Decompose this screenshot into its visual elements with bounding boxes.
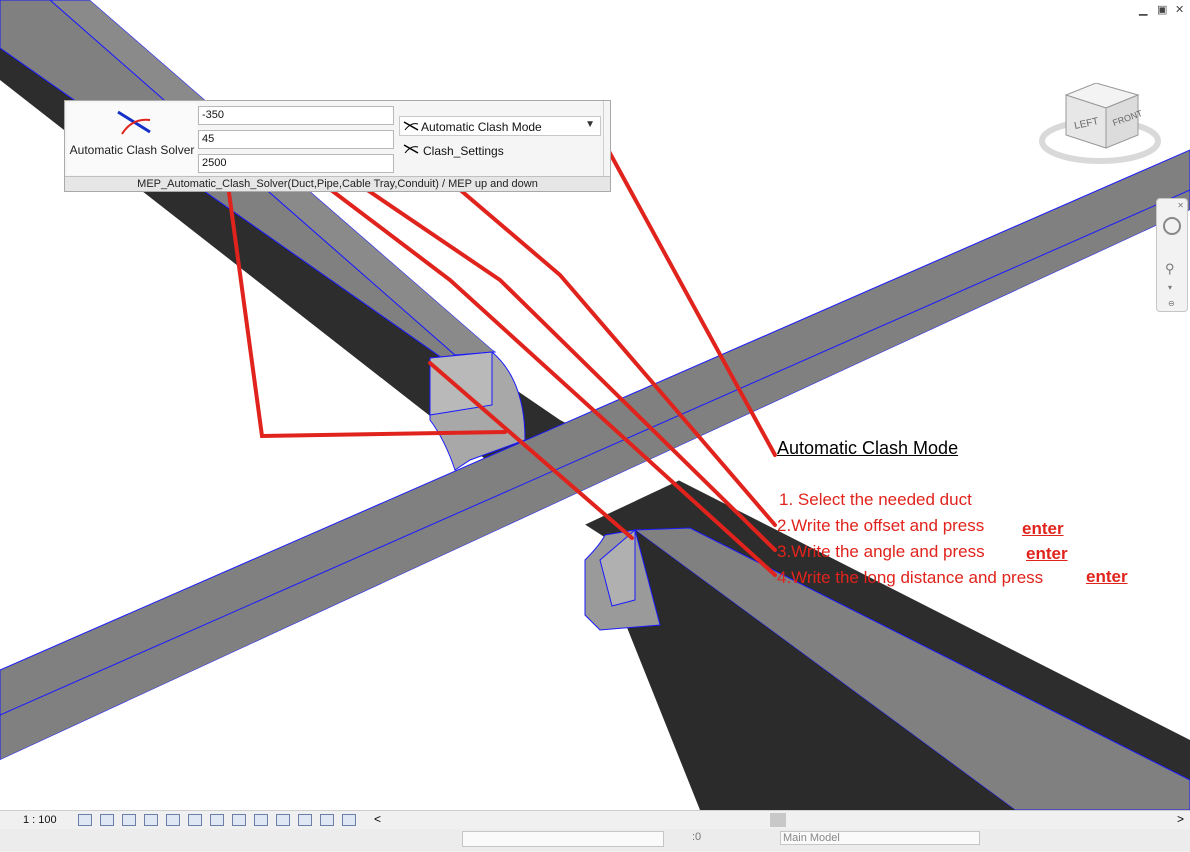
- status-row: :0 Main Model: [0, 829, 1190, 851]
- restore-icon[interactable]: ▣: [1157, 3, 1167, 16]
- reveal-hidden-icon[interactable]: [276, 814, 290, 826]
- sun-path-icon[interactable]: [122, 814, 136, 826]
- view-scale[interactable]: 1 : 100: [23, 814, 57, 826]
- steering-wheel-icon[interactable]: [1163, 217, 1181, 235]
- highlight-displacement-icon[interactable]: [320, 814, 334, 826]
- clash-mode-icon: [403, 121, 419, 131]
- scroll-thumb[interactable]: [770, 813, 786, 827]
- close-icon[interactable]: ✕: [1175, 3, 1184, 16]
- design-option-dropdown[interactable]: Main Model: [780, 831, 980, 845]
- clash-settings-button[interactable]: Clash_Settings: [403, 143, 504, 158]
- shadows-icon[interactable]: [144, 814, 158, 826]
- horizontal-scrollbar[interactable]: < >: [374, 812, 1184, 828]
- workset-dropdown[interactable]: [462, 831, 664, 847]
- clash-solver-icon: [117, 110, 151, 135]
- annotation-step-3: 3.Write the angle and press: [777, 542, 985, 561]
- settings-icon: [403, 144, 419, 154]
- navigation-bar[interactable]: ✕ ⚲ ▾ ⊖: [1156, 198, 1188, 312]
- detail-level-icon[interactable]: [78, 814, 92, 826]
- zero-readout: :0: [692, 831, 702, 843]
- panel-divider: [603, 101, 604, 177]
- temporary-hide-icon[interactable]: [254, 814, 268, 826]
- scroll-left-icon[interactable]: <: [374, 812, 381, 826]
- settings-label: Clash_Settings: [423, 144, 504, 158]
- enter-label-2: enter: [1022, 519, 1064, 538]
- view-control-bar: 1 : 100 < > :0 Main Model: [0, 810, 1190, 852]
- annotation-step-1: 1. Select the needed duct: [779, 490, 972, 509]
- enter-label-4: enter: [1086, 567, 1128, 586]
- panel-title: MEP_Automatic_Clash_Solver(Duct,Pipe,Cab…: [65, 176, 610, 191]
- offset-field[interactable]: -350: [198, 106, 394, 125]
- enter-label-3: enter: [1026, 544, 1068, 563]
- options-icon[interactable]: ⊖: [1168, 299, 1175, 308]
- chevron-down-icon[interactable]: ▾: [1168, 283, 1172, 292]
- close-icon[interactable]: ✕: [1177, 201, 1184, 210]
- reveal-constraints-icon[interactable]: [342, 814, 356, 826]
- annotation-step-4: 4.Write the long distance and press: [777, 568, 1044, 587]
- angle-field[interactable]: 45: [198, 130, 394, 149]
- ribbon-panel: Automatic Clash Solver -350 45 2500 Auto…: [64, 100, 611, 192]
- analytical-model-icon[interactable]: [298, 814, 312, 826]
- view-cube[interactable]: LEFT FRONT: [1034, 83, 1162, 168]
- mode-dropdown[interactable]: Automatic Clash Mode ▼: [399, 116, 601, 136]
- automatic-clash-solver-button[interactable]: Automatic Clash Solver: [67, 103, 197, 175]
- visual-style-icon[interactable]: [100, 814, 114, 826]
- render-icon[interactable]: [166, 814, 180, 826]
- zoom-icon[interactable]: ⚲: [1165, 261, 1175, 277]
- annotation-step-2: 2.Write the offset and press: [777, 516, 985, 535]
- lock-3d-view-icon[interactable]: [232, 814, 246, 826]
- annotation-title: Automatic Clash Mode: [777, 438, 959, 458]
- distance-field[interactable]: 2500: [198, 154, 394, 173]
- mode-selected: Automatic Clash Mode: [421, 120, 542, 134]
- chevron-down-icon[interactable]: ▼: [585, 119, 595, 130]
- scroll-right-icon[interactable]: >: [1177, 812, 1184, 826]
- crop-view-icon[interactable]: [188, 814, 202, 826]
- minimize-icon[interactable]: ▁: [1139, 3, 1147, 16]
- crop-region-icon[interactable]: [210, 814, 224, 826]
- tool-label: Automatic Clash Solver: [69, 143, 195, 157]
